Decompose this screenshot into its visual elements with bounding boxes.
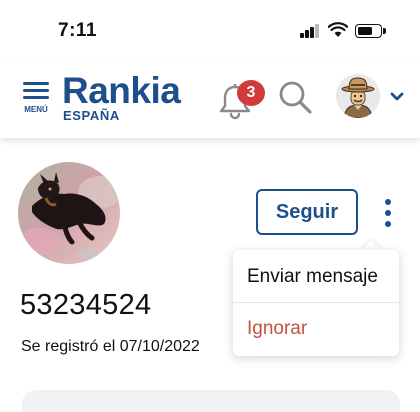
notification-badge: 3 bbox=[237, 80, 265, 106]
notifications-button[interactable]: 3 bbox=[218, 78, 265, 122]
account-menu-toggle[interactable] bbox=[388, 90, 406, 104]
wifi-icon bbox=[328, 22, 348, 37]
battery-tip bbox=[383, 28, 386, 34]
hamburger-icon-bar bbox=[23, 89, 49, 92]
menu-label: MENÚ bbox=[24, 105, 48, 114]
hamburger-icon-bar bbox=[23, 96, 49, 99]
profile-stats-card bbox=[22, 390, 400, 412]
menu-button[interactable]: MENÚ bbox=[20, 82, 56, 122]
dropdown-divider bbox=[233, 302, 399, 303]
kebab-menu-icon-dot bbox=[385, 210, 391, 216]
search-button[interactable] bbox=[278, 80, 314, 116]
registration-date: Se registró el 07/10/2022 bbox=[21, 338, 200, 355]
status-time: 7:11 bbox=[58, 20, 97, 41]
battery-icon bbox=[355, 24, 382, 38]
user-avatar[interactable] bbox=[336, 74, 380, 118]
hamburger-icon bbox=[23, 82, 49, 85]
ranger-avatar-icon bbox=[336, 74, 380, 118]
chevron-down-icon bbox=[390, 92, 404, 101]
cellular-signal-icon bbox=[300, 24, 320, 38]
logo-country: ESPAÑA bbox=[63, 108, 120, 123]
follow-button[interactable]: Seguir bbox=[256, 189, 358, 235]
ignore-user-item[interactable]: Ignorar bbox=[233, 304, 399, 354]
site-header: MENÚ Rankia ESPAÑA 3 bbox=[0, 58, 420, 138]
status-bar: 7:11 bbox=[0, 0, 420, 58]
rankia-logo[interactable]: Rankia ESPAÑA bbox=[62, 70, 202, 130]
dog-photo-image bbox=[18, 162, 120, 264]
kebab-menu-icon bbox=[385, 199, 391, 205]
logo-wordmark: Rankia bbox=[62, 70, 181, 111]
profile-photo bbox=[18, 162, 120, 264]
send-message-item[interactable]: Enviar mensaje bbox=[233, 252, 399, 302]
profile-username: 53234524 bbox=[20, 289, 152, 321]
kebab-menu-icon-dot bbox=[385, 221, 391, 227]
search-icon bbox=[279, 81, 312, 114]
more-options-button[interactable] bbox=[378, 197, 398, 229]
options-dropdown: Enviar mensaje Ignorar bbox=[233, 250, 399, 356]
